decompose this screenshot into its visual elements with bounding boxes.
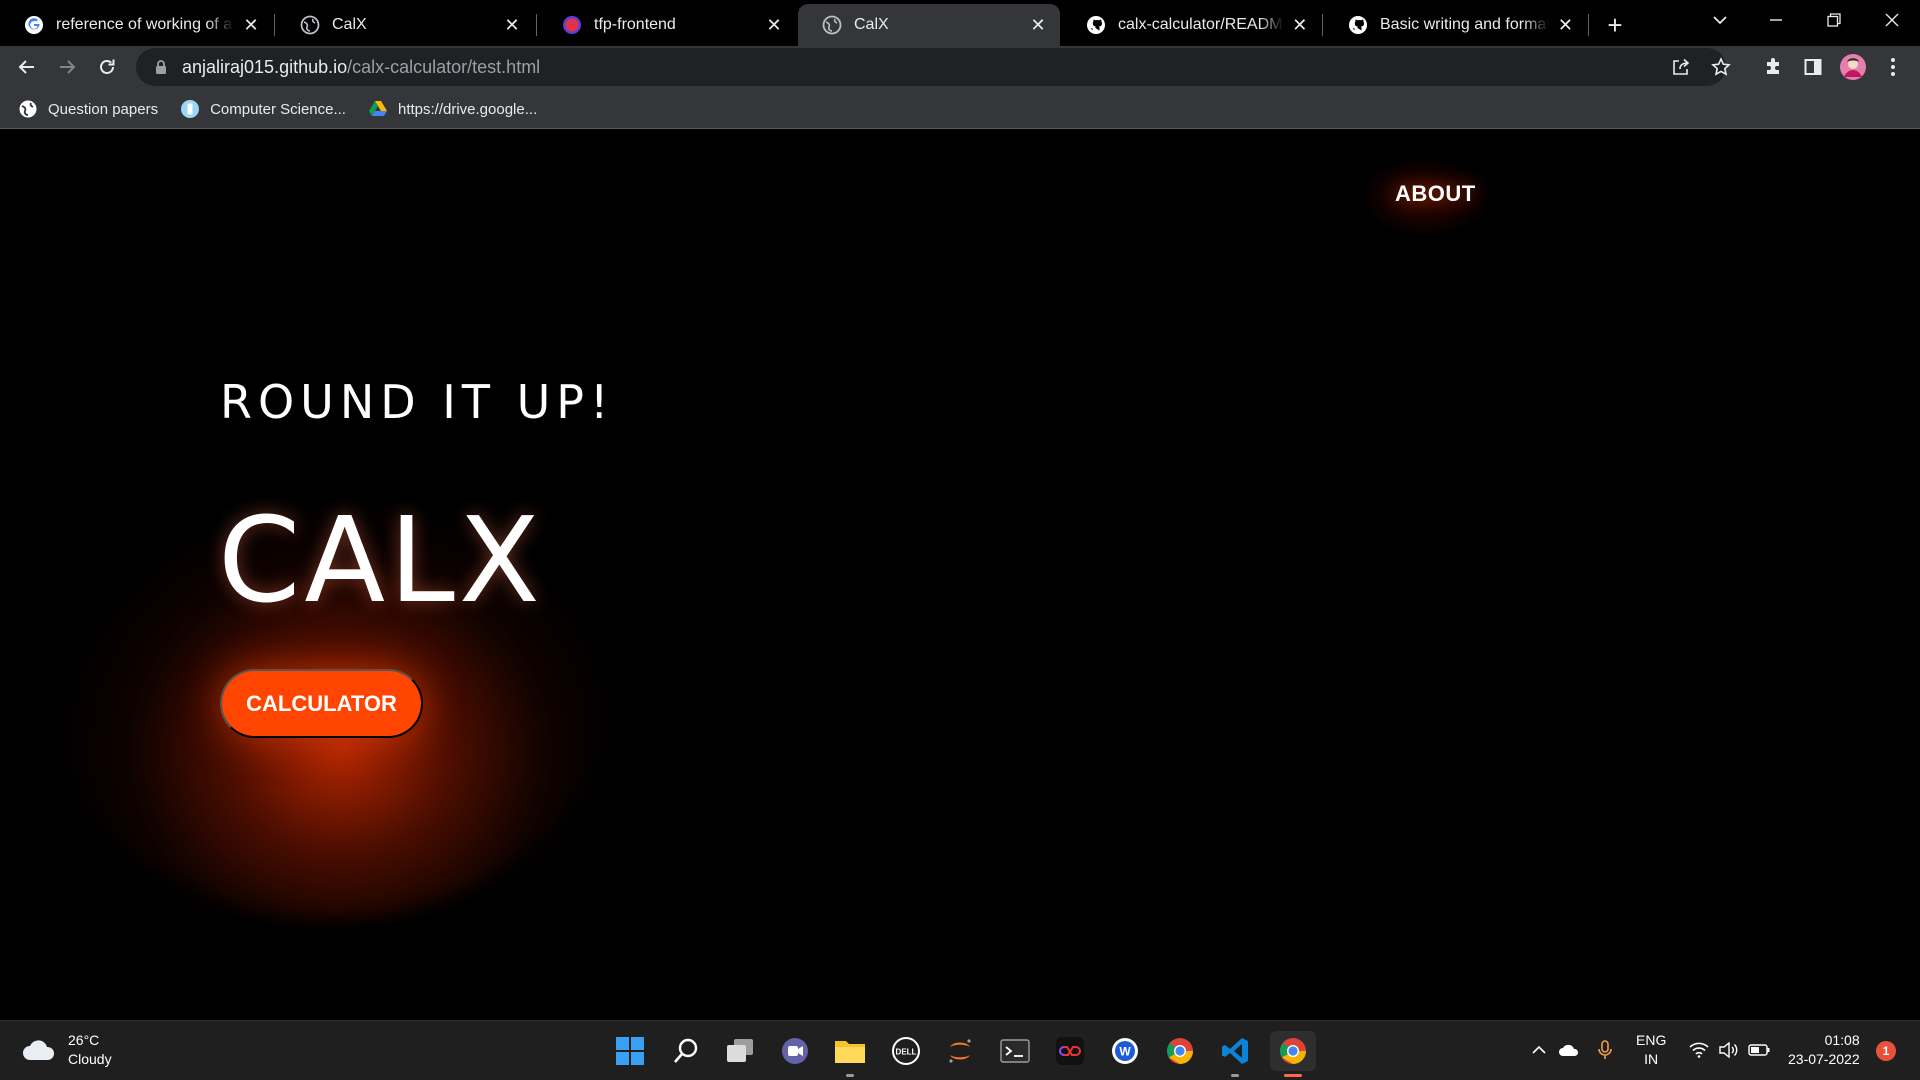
tab-tfp-frontend[interactable]: tfp-frontend ✕ (538, 4, 796, 46)
svg-text:W: W (1119, 1045, 1131, 1059)
nav-about-link[interactable]: ABOUT (1395, 181, 1476, 207)
tab-reference[interactable]: reference of working of a ca ✕ (0, 4, 272, 46)
hero-brand-title: CALX (218, 491, 544, 629)
svg-text:DELL: DELL (896, 1048, 917, 1057)
jupyter-icon[interactable] (940, 1031, 980, 1071)
close-icon[interactable]: ✕ (1028, 15, 1048, 35)
google-drive-icon (368, 99, 388, 119)
running-indicator (846, 1074, 854, 1077)
globe-icon (300, 15, 320, 35)
lang-bottom: IN (1644, 1051, 1659, 1067)
share-icon[interactable] (1664, 50, 1698, 84)
tab-title: CalX (854, 16, 889, 33)
search-icon[interactable] (666, 1031, 706, 1071)
windows-taskbar: 26°C Cloudy DELL W ENG IN 01:08 23-07-20… (0, 1020, 1920, 1080)
microphone-icon[interactable] (1592, 1037, 1618, 1063)
start-button[interactable] (610, 1031, 650, 1071)
close-icon[interactable]: ✕ (502, 15, 522, 35)
calculator-button[interactable]: CALCULATOR (220, 669, 423, 738)
tab-title: tfp-frontend (594, 16, 676, 33)
bookmark-computer-science[interactable]: Computer Science... (180, 99, 346, 119)
github-icon (1086, 15, 1106, 35)
language-indicator[interactable]: ENG IN (1636, 1031, 1666, 1069)
file-explorer-icon[interactable] (830, 1031, 870, 1077)
tab-separator (1322, 14, 1323, 36)
notification-badge[interactable]: 1 (1876, 1041, 1896, 1061)
running-indicator (1231, 1074, 1239, 1077)
cloud-icon (22, 1039, 56, 1061)
weather-temp: 26°C (68, 1032, 100, 1048)
weather-condition: Cloudy (68, 1051, 112, 1067)
task-view-icon[interactable] (720, 1031, 760, 1071)
tab-strip: reference of working of a ca ✕ CalX ✕ tf… (0, 0, 1920, 46)
bookmark-google-drive[interactable]: https://drive.google... (368, 99, 537, 119)
weather-widget[interactable]: 26°C Cloudy (22, 1031, 112, 1069)
onedrive-icon[interactable] (1556, 1037, 1582, 1063)
clock-date: 23-07-2022 (1788, 1051, 1860, 1067)
tab-title: reference of working of a ca (56, 16, 234, 33)
tab-title: Basic writing and formatting (1380, 16, 1549, 33)
creative-cloud-icon[interactable] (1050, 1031, 1090, 1071)
wifi-icon[interactable] (1686, 1037, 1712, 1063)
reload-button[interactable] (90, 50, 124, 84)
clock-time: 01:08 (1824, 1032, 1860, 1048)
tab-basic-writing[interactable]: Basic writing and formatting ✕ (1324, 4, 1586, 46)
url-host: anjaliraj015.github.io (182, 56, 348, 77)
profile-avatar[interactable] (1836, 50, 1870, 84)
vscode-icon[interactable] (1215, 1031, 1255, 1077)
tab-separator (536, 14, 537, 36)
close-window-button[interactable] (1864, 0, 1920, 40)
github-icon (1348, 15, 1368, 35)
extensions-icon[interactable] (1756, 50, 1790, 84)
url-path: /calx-calculator/test.html (347, 56, 541, 77)
page-content: ABOUT ROUND IT UP! CALX CALCULATOR (0, 129, 1920, 1020)
close-icon[interactable]: ✕ (1292, 15, 1308, 35)
globe-icon (18, 99, 38, 119)
word-app-icon[interactable]: W (1105, 1031, 1145, 1071)
tab-readme[interactable]: calx-calculator/README.md ✕ (1062, 4, 1320, 46)
new-tab-button[interactable]: + (1598, 8, 1632, 42)
bookmark-label: Question papers (48, 100, 159, 118)
tab-calx-active[interactable]: CalX ✕ (798, 4, 1060, 46)
menu-kebab-icon[interactable] (1876, 50, 1910, 84)
minimize-button[interactable] (1748, 0, 1804, 40)
battery-icon[interactable] (1746, 1037, 1772, 1063)
google-icon (24, 15, 44, 35)
tab-calx[interactable]: CalX ✕ (276, 4, 534, 46)
tab-title: CalX (332, 16, 367, 33)
back-button[interactable] (10, 50, 44, 84)
tab-title: calx-calculator/README.md (1118, 16, 1284, 33)
bookmark-question-papers[interactable]: Question papers (18, 99, 158, 119)
lock-icon[interactable] (152, 58, 170, 76)
lang-top: ENG (1636, 1032, 1667, 1048)
close-icon[interactable]: ✕ (1557, 15, 1574, 35)
forward-button[interactable] (50, 50, 84, 84)
bookmarks-bar: Question papers Computer Science... http… (0, 90, 1920, 128)
close-icon[interactable]: ✕ (764, 15, 784, 35)
bookmark-label: https://drive.google... (397, 100, 538, 118)
volume-icon[interactable] (1716, 1037, 1742, 1063)
hero-tagline: ROUND IT UP! (220, 375, 615, 429)
system-clock[interactable]: 01:08 23-07-2022 (1788, 1031, 1860, 1069)
teams-chat-icon[interactable] (775, 1031, 815, 1071)
site-badge-icon (180, 99, 200, 119)
chevron-up-icon[interactable] (1526, 1037, 1552, 1063)
dell-icon[interactable]: DELL (886, 1031, 926, 1071)
side-panel-icon[interactable] (1796, 50, 1830, 84)
chrome-active-icon[interactable] (1270, 1031, 1316, 1077)
close-icon[interactable]: ✕ (242, 15, 260, 35)
address-bar[interactable]: anjaliraj015.github.io/calx-calculator/t… (136, 48, 1726, 86)
chrome-icon[interactable] (1160, 1031, 1200, 1071)
calendar-badge-icon (562, 15, 582, 35)
active-indicator (1284, 1074, 1302, 1077)
bookmark-star-icon[interactable] (1704, 50, 1738, 84)
tab-separator (1588, 14, 1589, 36)
terminal-icon[interactable] (995, 1031, 1035, 1071)
bookmark-label: Computer Science... (210, 100, 346, 118)
globe-icon (822, 15, 842, 35)
tab-separator (274, 14, 275, 36)
restore-button[interactable] (1806, 0, 1862, 40)
tab-search-icon[interactable] (1692, 0, 1748, 40)
